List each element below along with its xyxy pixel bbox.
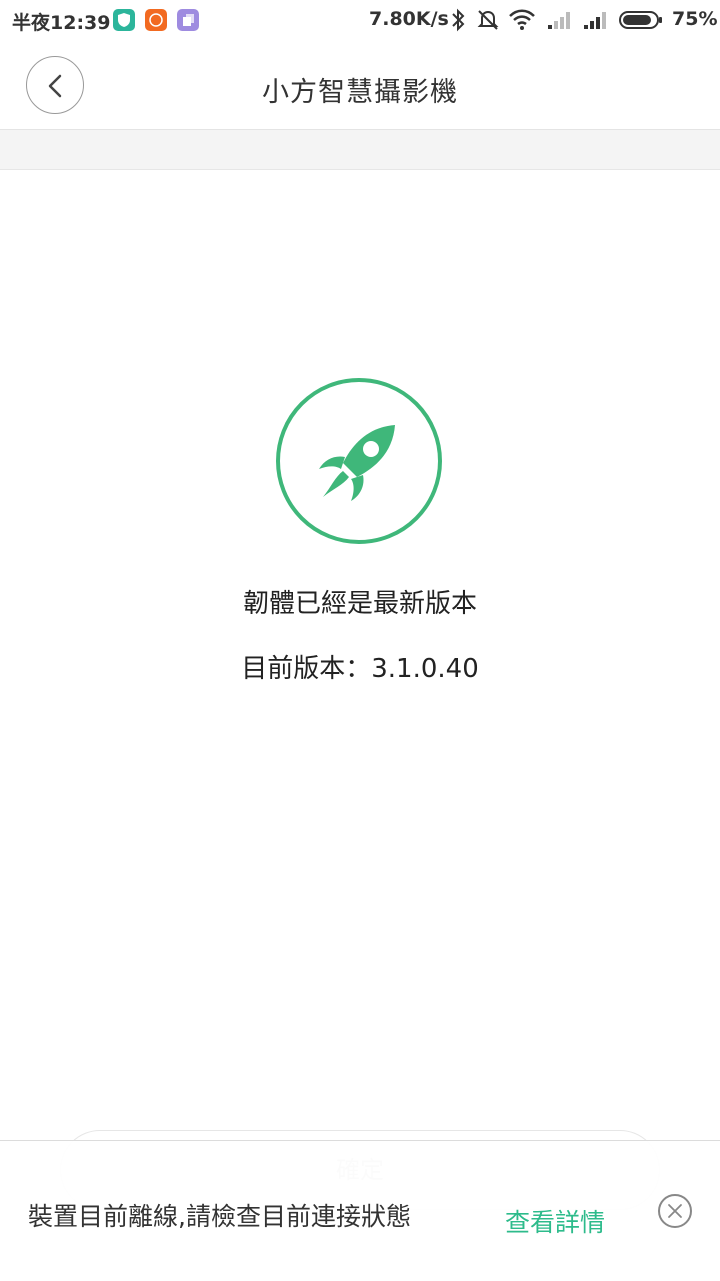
app-header: 小方智慧攝影機 <box>0 40 720 130</box>
wifi-icon <box>509 9 535 30</box>
toast-message: 裝置目前離線,請檢查目前連接狀態 <box>28 1202 411 1231</box>
bluetooth-icon <box>452 8 465 32</box>
signal-icon <box>548 12 570 29</box>
battery-percent: 75% <box>672 8 718 30</box>
status-bar: 半夜12:39 7.80K/s 75% <box>0 0 720 40</box>
mute-alarm-icon <box>477 10 499 30</box>
header-divider-strip <box>0 130 720 170</box>
battery-icon <box>619 11 662 29</box>
rocket-badge <box>276 378 442 544</box>
close-icon <box>668 1204 682 1218</box>
page-title: 小方智慧攝影機 <box>262 77 458 108</box>
offline-toast: 裝置目前離線,請檢查目前連接狀態 查看詳情 <box>0 1140 720 1281</box>
firmware-status: 韌體已經是最新版本 <box>242 589 477 619</box>
toast-close-button[interactable] <box>658 1194 692 1228</box>
rocket-icon <box>319 425 395 501</box>
view-details-link[interactable]: 查看詳情 <box>505 1203 605 1239</box>
signal-icon <box>584 12 606 29</box>
current-version: 目前版本：3.1.0.40 <box>241 654 479 684</box>
shield-app-icon <box>113 9 135 31</box>
copy-app-icon <box>177 9 199 31</box>
mi-app-icon <box>145 9 167 31</box>
net-speed: 7.80K/s <box>369 8 449 30</box>
status-time: 半夜12:39 <box>12 12 111 34</box>
